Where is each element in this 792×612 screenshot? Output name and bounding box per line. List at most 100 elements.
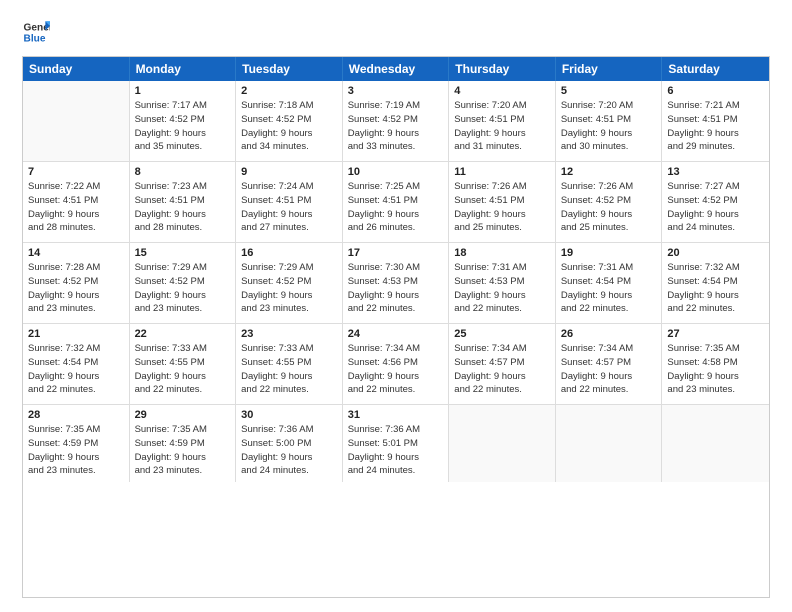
day-info: Sunrise: 7:34 AM Sunset: 4:57 PM Dayligh…: [561, 342, 657, 397]
day-number: 4: [454, 85, 550, 97]
calendar-cell: 21Sunrise: 7:32 AM Sunset: 4:54 PM Dayli…: [23, 324, 130, 404]
calendar-row: 21Sunrise: 7:32 AM Sunset: 4:54 PM Dayli…: [23, 324, 769, 405]
calendar-row: 28 Sunrise: 7:35 AM Sunset: 4:59 PM Dayli…: [23, 405, 769, 482]
day-info: Sunrise: 7:35 AM Sunset: 4:59 PM Dayligh…: [135, 423, 231, 478]
day-info: Sunrise: 7:23 AM Sunset: 4:51 PM Dayligh…: [135, 180, 231, 235]
calendar-cell: 12 Sunrise: 7:26 AM Sunset: 4:52 PM Dayli…: [556, 162, 663, 242]
calendar-cell: 4 Sunrise: 7:20 AM Sunset: 4:51 PM Daylig…: [449, 81, 556, 161]
day-number: 10: [348, 166, 444, 178]
day-info: Sunrise: 7:34 AM Sunset: 4:57 PM Dayligh…: [454, 342, 550, 397]
page: General Blue SundayMondayTuesdayWednesda…: [0, 0, 792, 612]
day-info: Sunrise: 7:35 AM Sunset: 4:59 PM Dayligh…: [28, 423, 124, 478]
day-info: Sunrise: 7:20 AM Sunset: 4:51 PM Dayligh…: [561, 99, 657, 154]
calendar-cell: 27 Sunrise: 7:35 AM Sunset: 4:58 PM Dayli…: [662, 324, 769, 404]
calendar-cell: 31 Sunrise: 7:36 AM Sunset: 5:01 PM Dayli…: [343, 405, 450, 482]
calendar-cell: 1 Sunrise: 7:17 AM Sunset: 4:52 PM Daylig…: [130, 81, 237, 161]
day-number: 28: [28, 409, 124, 421]
calendar-cell: 18 Sunrise: 7:31 AM Sunset: 4:53 PM Dayli…: [449, 243, 556, 323]
day-number: 25: [454, 328, 550, 340]
day-info: Sunrise: 7:32 AM Sunset: 4:54 PM Dayligh…: [667, 261, 764, 316]
day-info: Sunrise: 7:31 AM Sunset: 4:53 PM Dayligh…: [454, 261, 550, 316]
cal-header-day: Sunday: [23, 57, 130, 81]
calendar-cell: 24 Sunrise: 7:34 AM Sunset: 4:56 PM Dayli…: [343, 324, 450, 404]
day-number: 29: [135, 409, 231, 421]
calendar-cell: [662, 405, 769, 482]
day-info: Sunrise: 7:35 AM Sunset: 4:58 PM Dayligh…: [667, 342, 764, 397]
calendar-cell: 15 Sunrise: 7:29 AM Sunset: 4:52 PM Dayli…: [130, 243, 237, 323]
day-number: 12: [561, 166, 657, 178]
day-info: Sunrise: 7:21 AM Sunset: 4:51 PM Dayligh…: [667, 99, 764, 154]
day-info: Sunrise: 7:26 AM Sunset: 4:51 PM Dayligh…: [454, 180, 550, 235]
calendar: SundayMondayTuesdayWednesdayThursdayFrid…: [22, 56, 770, 598]
day-number: 22: [135, 328, 231, 340]
calendar-cell: 22Sunrise: 7:33 AM Sunset: 4:55 PM Dayli…: [130, 324, 237, 404]
calendar-cell: 25 Sunrise: 7:34 AM Sunset: 4:57 PM Dayli…: [449, 324, 556, 404]
day-info: Sunrise: 7:31 AM Sunset: 4:54 PM Dayligh…: [561, 261, 657, 316]
day-number: 3: [348, 85, 444, 97]
calendar-cell: 29 Sunrise: 7:35 AM Sunset: 4:59 PM Dayli…: [130, 405, 237, 482]
day-info: Sunrise: 7:29 AM Sunset: 4:52 PM Dayligh…: [241, 261, 337, 316]
day-number: 1: [135, 85, 231, 97]
calendar-cell: 13 Sunrise: 7:27 AM Sunset: 4:52 PM Dayli…: [662, 162, 769, 242]
calendar-cell: 10 Sunrise: 7:25 AM Sunset: 4:51 PM Dayli…: [343, 162, 450, 242]
day-info: Sunrise: 7:18 AM Sunset: 4:52 PM Dayligh…: [241, 99, 337, 154]
day-number: 7: [28, 166, 124, 178]
day-info: Sunrise: 7:17 AM Sunset: 4:52 PM Dayligh…: [135, 99, 231, 154]
day-number: 11: [454, 166, 550, 178]
calendar-cell: 9Sunrise: 7:24 AM Sunset: 4:51 PM Daylig…: [236, 162, 343, 242]
day-number: 30: [241, 409, 337, 421]
day-number: 9: [241, 166, 337, 178]
calendar-body: 1 Sunrise: 7:17 AM Sunset: 4:52 PM Daylig…: [23, 81, 769, 482]
day-info: Sunrise: 7:34 AM Sunset: 4:56 PM Dayligh…: [348, 342, 444, 397]
day-number: 13: [667, 166, 764, 178]
day-number: 19: [561, 247, 657, 259]
calendar-row: 1 Sunrise: 7:17 AM Sunset: 4:52 PM Daylig…: [23, 81, 769, 162]
calendar-cell: 3 Sunrise: 7:19 AM Sunset: 4:52 PM Daylig…: [343, 81, 450, 161]
day-number: 26: [561, 328, 657, 340]
cal-header-day: Tuesday: [236, 57, 343, 81]
logo-icon: General Blue: [22, 18, 50, 46]
calendar-row: 14Sunrise: 7:28 AM Sunset: 4:52 PM Dayli…: [23, 243, 769, 324]
day-number: 15: [135, 247, 231, 259]
calendar-cell: 16Sunrise: 7:29 AM Sunset: 4:52 PM Dayli…: [236, 243, 343, 323]
day-info: Sunrise: 7:26 AM Sunset: 4:52 PM Dayligh…: [561, 180, 657, 235]
calendar-cell: 19 Sunrise: 7:31 AM Sunset: 4:54 PM Dayli…: [556, 243, 663, 323]
calendar-cell: [449, 405, 556, 482]
calendar-cell: 26 Sunrise: 7:34 AM Sunset: 4:57 PM Dayli…: [556, 324, 663, 404]
cal-header-day: Saturday: [662, 57, 769, 81]
cal-header-day: Thursday: [449, 57, 556, 81]
day-number: 14: [28, 247, 124, 259]
day-info: Sunrise: 7:36 AM Sunset: 5:00 PM Dayligh…: [241, 423, 337, 478]
day-number: 8: [135, 166, 231, 178]
calendar-cell: 7 Sunrise: 7:22 AM Sunset: 4:51 PM Daylig…: [23, 162, 130, 242]
day-number: 27: [667, 328, 764, 340]
svg-text:Blue: Blue: [24, 33, 46, 44]
day-number: 23: [241, 328, 337, 340]
calendar-cell: 11 Sunrise: 7:26 AM Sunset: 4:51 PM Dayli…: [449, 162, 556, 242]
calendar-cell: [556, 405, 663, 482]
calendar-cell: 8 Sunrise: 7:23 AM Sunset: 4:51 PM Daylig…: [130, 162, 237, 242]
calendar-cell: 5 Sunrise: 7:20 AM Sunset: 4:51 PM Daylig…: [556, 81, 663, 161]
calendar-cell: 17Sunrise: 7:30 AM Sunset: 4:53 PM Dayli…: [343, 243, 450, 323]
day-number: 20: [667, 247, 764, 259]
day-number: 31: [348, 409, 444, 421]
day-info: Sunrise: 7:36 AM Sunset: 5:01 PM Dayligh…: [348, 423, 444, 478]
day-info: Sunrise: 7:33 AM Sunset: 4:55 PM Dayligh…: [241, 342, 337, 397]
day-number: 18: [454, 247, 550, 259]
day-info: Sunrise: 7:19 AM Sunset: 4:52 PM Dayligh…: [348, 99, 444, 154]
day-info: Sunrise: 7:30 AM Sunset: 4:53 PM Dayligh…: [348, 261, 444, 316]
day-info: Sunrise: 7:32 AM Sunset: 4:54 PM Dayligh…: [28, 342, 124, 397]
calendar-cell: 28 Sunrise: 7:35 AM Sunset: 4:59 PM Dayli…: [23, 405, 130, 482]
day-info: Sunrise: 7:29 AM Sunset: 4:52 PM Dayligh…: [135, 261, 231, 316]
day-number: 24: [348, 328, 444, 340]
day-info: Sunrise: 7:25 AM Sunset: 4:51 PM Dayligh…: [348, 180, 444, 235]
calendar-cell: [23, 81, 130, 161]
cal-header-day: Friday: [556, 57, 663, 81]
day-info: Sunrise: 7:27 AM Sunset: 4:52 PM Dayligh…: [667, 180, 764, 235]
day-info: Sunrise: 7:22 AM Sunset: 4:51 PM Dayligh…: [28, 180, 124, 235]
day-number: 5: [561, 85, 657, 97]
calendar-cell: 23 Sunrise: 7:33 AM Sunset: 4:55 PM Dayli…: [236, 324, 343, 404]
day-info: Sunrise: 7:20 AM Sunset: 4:51 PM Dayligh…: [454, 99, 550, 154]
cal-header-day: Monday: [130, 57, 237, 81]
header: General Blue: [22, 18, 770, 46]
